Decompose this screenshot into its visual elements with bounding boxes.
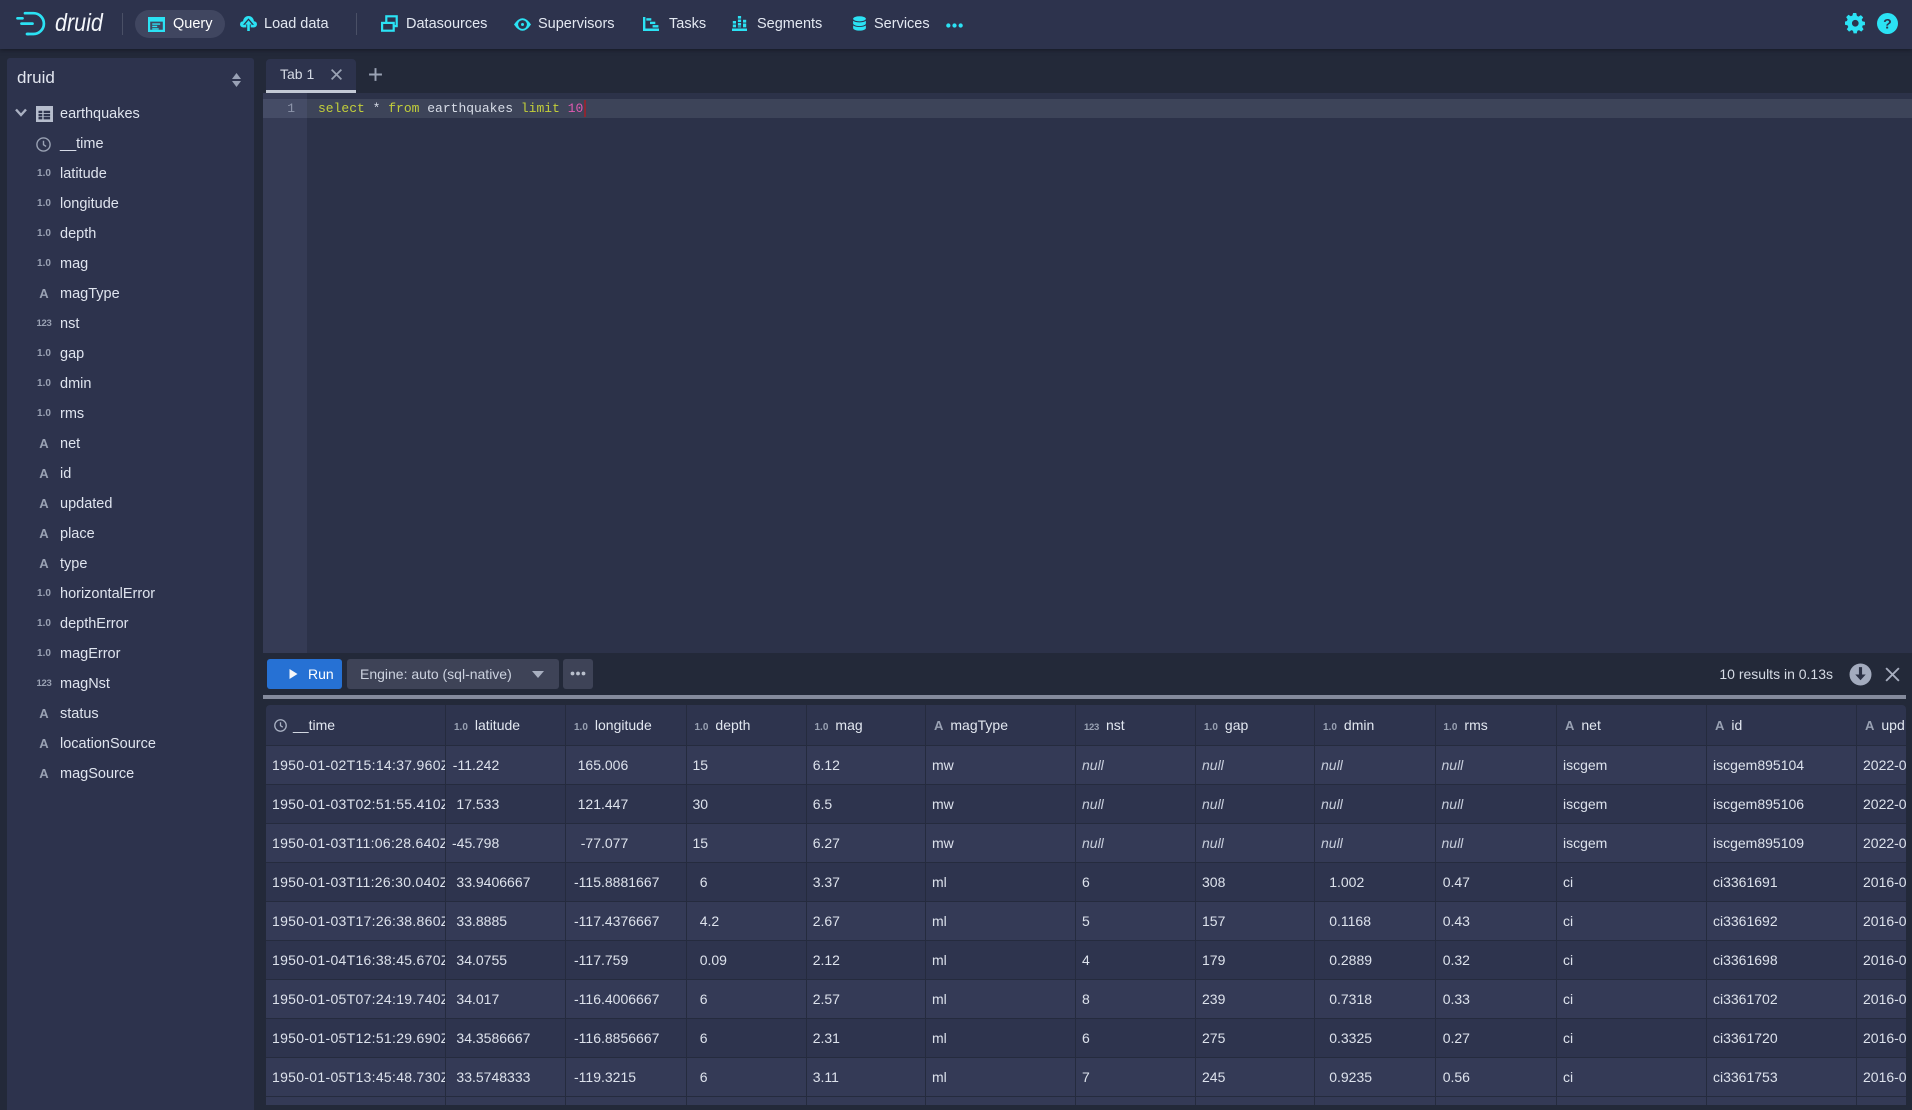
svg-text:?: ? <box>1883 16 1892 32</box>
